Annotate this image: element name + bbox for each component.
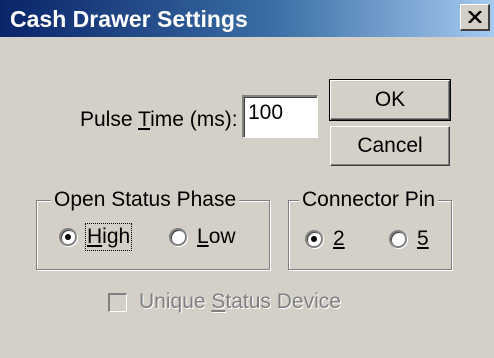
radio-pin-2-label: 2 — [333, 227, 345, 250]
ok-button[interactable]: OK — [329, 79, 451, 121]
radio-low-label: Low — [197, 225, 236, 248]
window-title: Cash Drawer Settings — [10, 6, 248, 32]
open-status-phase-legend: Open Status Phase — [51, 188, 240, 212]
open-status-phase-group: Open Status Phase High Low — [36, 188, 270, 270]
close-button[interactable] — [460, 4, 490, 31]
cancel-button[interactable]: Cancel — [330, 126, 450, 166]
connector-pin-legend: Connector Pin — [299, 188, 439, 212]
connector-pin-group: Connector Pin 2 5 — [288, 188, 452, 270]
unique-status-device-label: Unique Status Device — [139, 290, 341, 313]
radio-pin-5-label: 5 — [417, 227, 429, 250]
radio-pin-5[interactable]: 5 — [389, 227, 429, 251]
radio-low-indicator[interactable] — [169, 228, 187, 246]
pulse-time-input[interactable]: 100 — [242, 95, 318, 138]
unique-status-device-box[interactable] — [108, 292, 127, 312]
radio-high[interactable]: High — [59, 223, 133, 251]
radio-pin-5-indicator[interactable] — [389, 230, 407, 248]
unique-status-device-checkbox[interactable]: Unique Status Device — [108, 290, 341, 314]
radio-pin-2-indicator[interactable] — [305, 230, 323, 248]
radio-low[interactable]: Low — [169, 225, 236, 249]
pulse-time-label: Pulse Time (ms): — [80, 108, 238, 131]
radio-high-label: High — [84, 223, 133, 251]
radio-high-indicator[interactable] — [59, 228, 77, 246]
radio-pin-2[interactable]: 2 — [305, 227, 345, 251]
title-bar[interactable]: Cash Drawer Settings — [0, 0, 494, 37]
close-icon — [467, 11, 482, 23]
